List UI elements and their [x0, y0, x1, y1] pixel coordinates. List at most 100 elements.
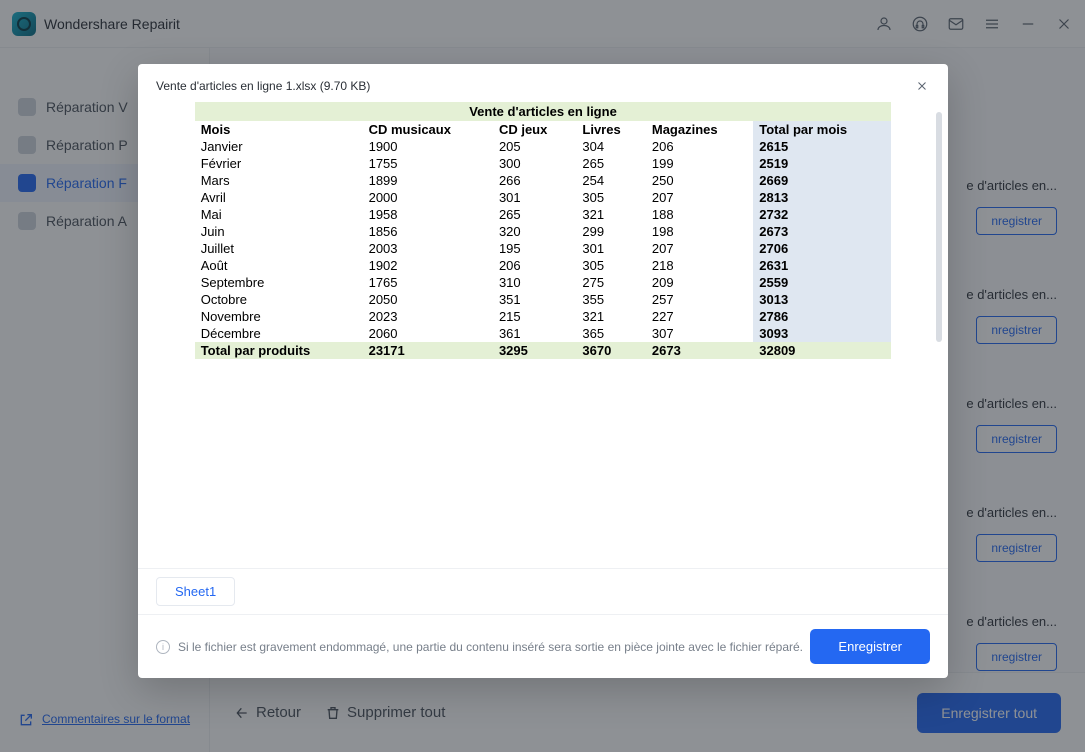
- table-cell: 275: [576, 274, 645, 291]
- table-cell: 266: [493, 172, 576, 189]
- table-cell: 195: [493, 240, 576, 257]
- table-cell: 299: [576, 223, 645, 240]
- column-header: Livres: [576, 121, 645, 138]
- table-cell: 305: [576, 257, 645, 274]
- table-cell: 321: [576, 308, 645, 325]
- data-table: MoisCD musicauxCD jeuxLivresMagazinesTot…: [195, 121, 892, 359]
- table-cell: 207: [646, 240, 753, 257]
- table-cell: 205: [493, 138, 576, 155]
- table-row: Septembre17653102752092559: [195, 274, 892, 291]
- preview-modal: Vente d'articles en ligne 1.xlsx (9.70 K…: [138, 64, 948, 678]
- table-row: Mars18992662542502669: [195, 172, 892, 189]
- table-cell: 3013: [753, 291, 891, 308]
- totals-cell: Total par produits: [195, 342, 363, 359]
- table-cell: 207: [646, 189, 753, 206]
- table-row: Novembre20232153212272786: [195, 308, 892, 325]
- table-cell: 310: [493, 274, 576, 291]
- table-cell: 1755: [363, 155, 493, 172]
- table-cell: 2559: [753, 274, 891, 291]
- table-cell: 2519: [753, 155, 891, 172]
- table-cell: 2000: [363, 189, 493, 206]
- modal-close-button[interactable]: [914, 78, 930, 94]
- table-cell: Octobre: [195, 291, 363, 308]
- info-icon: i: [156, 640, 170, 654]
- table-cell: 227: [646, 308, 753, 325]
- table-cell: 2003: [363, 240, 493, 257]
- table-cell: 1900: [363, 138, 493, 155]
- table-cell: Mai: [195, 206, 363, 223]
- table-cell: 300: [493, 155, 576, 172]
- table-cell: 355: [576, 291, 645, 308]
- scrollbar[interactable]: [936, 112, 942, 342]
- table-cell: 361: [493, 325, 576, 342]
- totals-cell: 2673: [646, 342, 753, 359]
- table-cell: 365: [576, 325, 645, 342]
- spreadsheet-preview: Vente d'articles en ligne MoisCD musicau…: [195, 102, 892, 359]
- table-cell: Novembre: [195, 308, 363, 325]
- table-cell: Février: [195, 155, 363, 172]
- table-cell: 257: [646, 291, 753, 308]
- table-cell: 2813: [753, 189, 891, 206]
- table-row: Mai19582653211882732: [195, 206, 892, 223]
- table-cell: 206: [646, 138, 753, 155]
- table-cell: 218: [646, 257, 753, 274]
- table-cell: Septembre: [195, 274, 363, 291]
- table-row: Avril20003013052072813: [195, 189, 892, 206]
- table-cell: 1856: [363, 223, 493, 240]
- table-cell: 2060: [363, 325, 493, 342]
- column-header: Magazines: [646, 121, 753, 138]
- column-header: CD musicaux: [363, 121, 493, 138]
- table-cell: 254: [576, 172, 645, 189]
- table-row: Décembre20603613653073093: [195, 325, 892, 342]
- sheet-tab[interactable]: Sheet1: [156, 577, 235, 606]
- table-cell: 198: [646, 223, 753, 240]
- table-row: Octobre20503513552573013: [195, 291, 892, 308]
- table-cell: 215: [493, 308, 576, 325]
- table-cell: Janvier: [195, 138, 363, 155]
- totals-cell: 32809: [753, 342, 891, 359]
- column-header: Mois: [195, 121, 363, 138]
- table-cell: 305: [576, 189, 645, 206]
- table-cell: 1899: [363, 172, 493, 189]
- table-cell: 304: [576, 138, 645, 155]
- table-row: Juillet20031953012072706: [195, 240, 892, 257]
- table-cell: 188: [646, 206, 753, 223]
- column-header: Total par mois: [753, 121, 891, 138]
- table-cell: 2706: [753, 240, 891, 257]
- table-cell: Juillet: [195, 240, 363, 257]
- modal-title: Vente d'articles en ligne 1.xlsx (9.70 K…: [156, 79, 370, 93]
- footer-note: i Si le fichier est gravement endommagé,…: [156, 640, 803, 654]
- table-cell: 2050: [363, 291, 493, 308]
- column-header: CD jeux: [493, 121, 576, 138]
- table-cell: 1765: [363, 274, 493, 291]
- table-cell: 2631: [753, 257, 891, 274]
- table-cell: 301: [493, 189, 576, 206]
- table-cell: Juin: [195, 223, 363, 240]
- table-cell: 301: [576, 240, 645, 257]
- table-cell: 320: [493, 223, 576, 240]
- table-cell: 206: [493, 257, 576, 274]
- table-cell: 2615: [753, 138, 891, 155]
- table-cell: 321: [576, 206, 645, 223]
- table-cell: 2673: [753, 223, 891, 240]
- table-cell: 2786: [753, 308, 891, 325]
- table-cell: Mars: [195, 172, 363, 189]
- totals-cell: 3670: [576, 342, 645, 359]
- table-cell: 3093: [753, 325, 891, 342]
- table-cell: 1902: [363, 257, 493, 274]
- table-cell: 250: [646, 172, 753, 189]
- table-cell: 2732: [753, 206, 891, 223]
- table-cell: 2023: [363, 308, 493, 325]
- table-cell: Avril: [195, 189, 363, 206]
- save-button[interactable]: Enregistrer: [810, 629, 930, 664]
- table-row: Janvier19002053042062615: [195, 138, 892, 155]
- table-row: Février17553002651992519: [195, 155, 892, 172]
- table-cell: Août: [195, 257, 363, 274]
- table-cell: 2669: [753, 172, 891, 189]
- table-cell: 209: [646, 274, 753, 291]
- modal-body: Vente d'articles en ligne MoisCD musicau…: [138, 102, 948, 568]
- totals-row: Total par produits2317132953670267332809: [195, 342, 892, 359]
- sheet-title: Vente d'articles en ligne: [195, 102, 892, 121]
- table-cell: 265: [493, 206, 576, 223]
- table-cell: Décembre: [195, 325, 363, 342]
